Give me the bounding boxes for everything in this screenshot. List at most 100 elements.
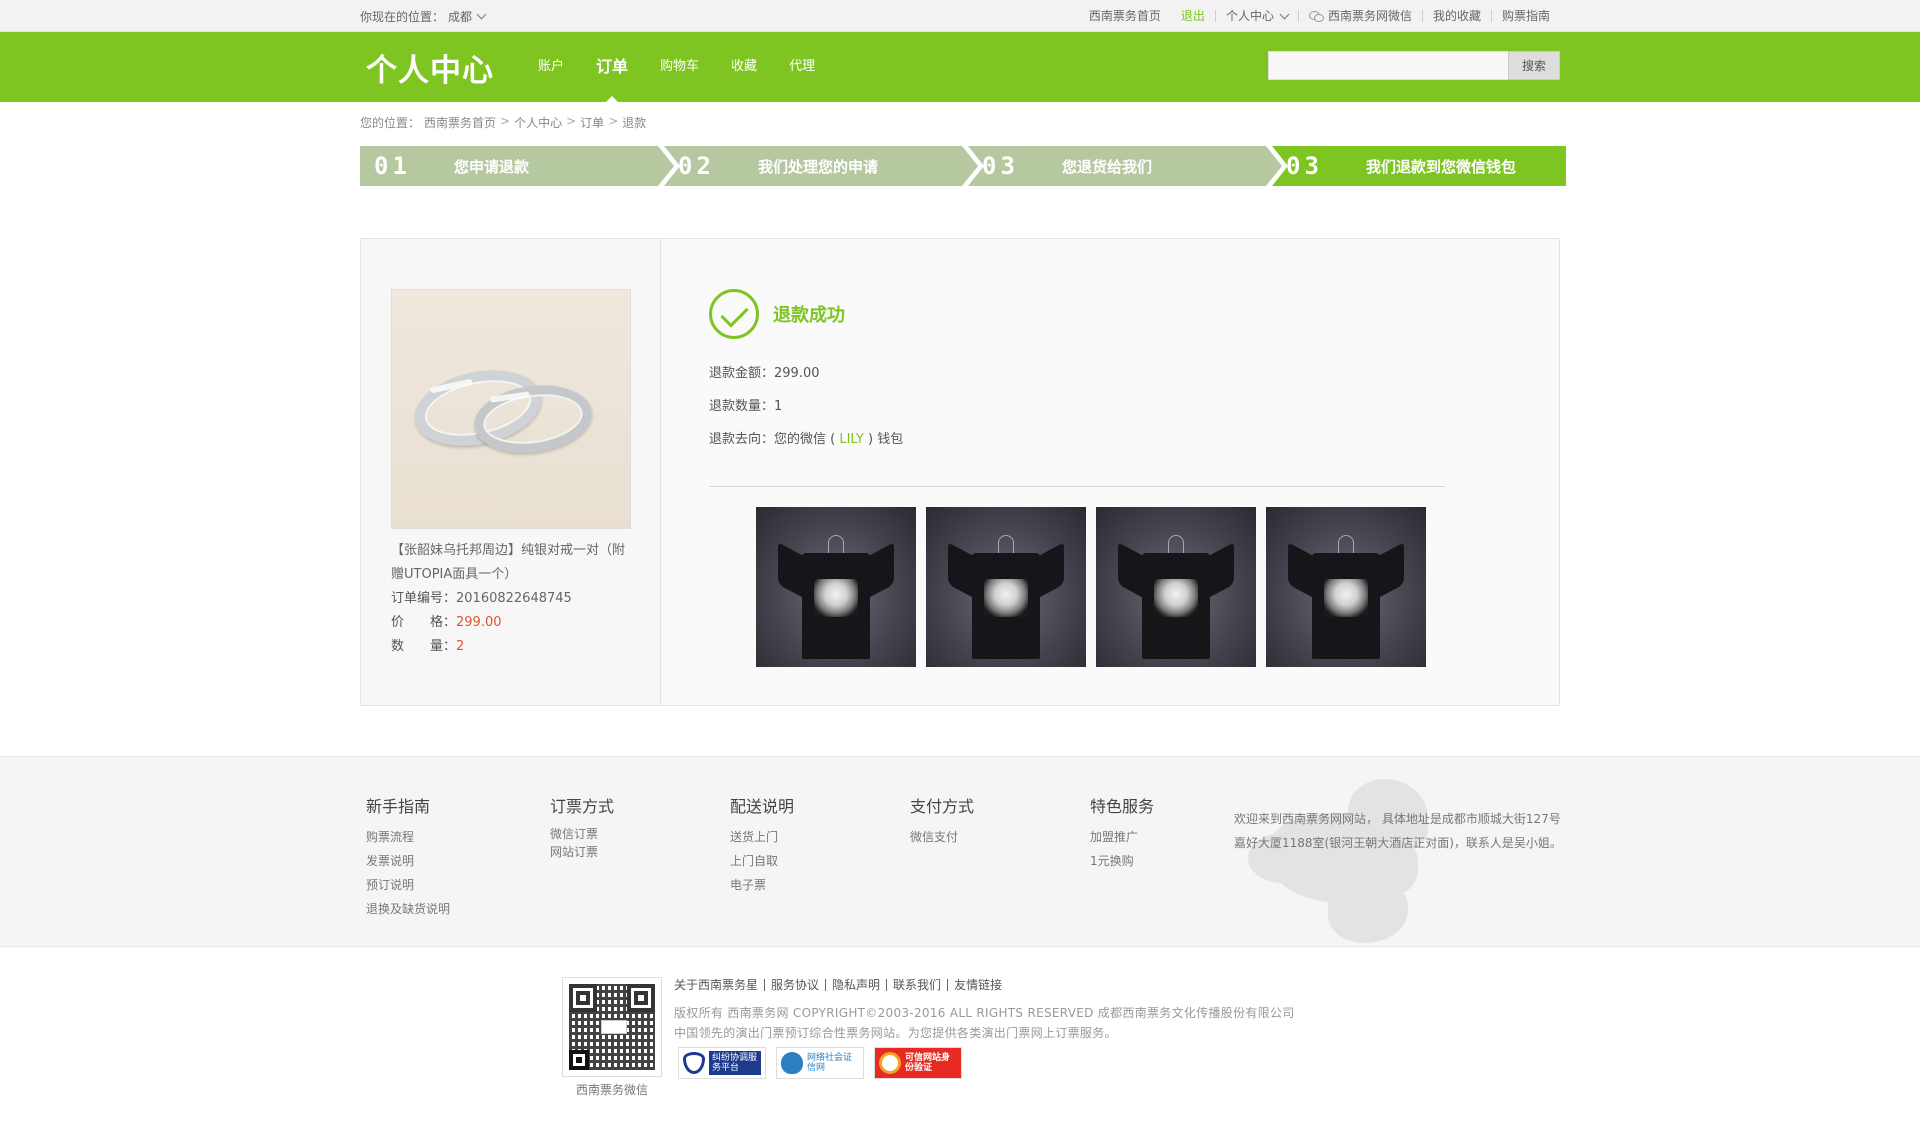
step-4-active: 03 我们退款到您微信钱包: [1272, 146, 1566, 186]
footer-column-title: 配送说明: [730, 797, 795, 816]
footer-links-section: 新手指南 购票流程 发票说明 预订说明 退换及缺货说明 订票方式 微信订票 网站…: [0, 756, 1920, 947]
step-3: 03 您退货给我们: [968, 146, 1288, 186]
personal-center-label: 个人中心: [1225, 9, 1274, 23]
shield-icon: [781, 1052, 803, 1074]
footer-link[interactable]: 1元换购: [1090, 849, 1230, 873]
step-arrow-icon: [658, 146, 674, 186]
search-button[interactable]: 搜索: [1508, 51, 1560, 80]
footer-link[interactable]: 电子票: [730, 873, 910, 897]
breadcrumb-home[interactable]: 西南票务首页: [424, 114, 496, 134]
refund-amount-row: 退款金额：299.00: [709, 357, 1559, 390]
footer-column-booking: 订票方式 微信订票 网站订票: [550, 757, 730, 946]
service-agreement-link[interactable]: 服务协议: [764, 979, 825, 991]
refund-progress-steps: 01 您申请退款 02 我们处理您的申请 03 您退货给我们 03 我们退款到您…: [360, 146, 1566, 186]
nav-cart[interactable]: 购物车: [644, 32, 715, 102]
about-link[interactable]: 关于西南票务星: [674, 979, 764, 991]
trust-badge-dispute[interactable]: 纠纷协调服务平台: [678, 1047, 766, 1079]
trust-badge-credit[interactable]: 网络社会证信网: [776, 1047, 864, 1079]
footer-link[interactable]: 发票说明: [366, 849, 550, 873]
product-title[interactable]: 【张韶妹乌托邦周边】纯银对戒一对（附赠UTOPIA面具一个）: [391, 539, 631, 587]
top-bar: 你现在的位置： 成都 西南票务首页 退出 个人中心 西南票务网微信 我的收藏 购票…: [0, 0, 1920, 32]
nav-agent[interactable]: 代理: [773, 32, 831, 102]
header: 个人中心 账户 订单 购物车 收藏 代理 搜索: [0, 32, 1920, 102]
qr-caption: 西南票务微信: [575, 1083, 648, 1097]
breadcrumb-orders[interactable]: 订单: [580, 114, 604, 134]
footer-column-guide: 新手指南 购票流程 发票说明 预订说明 退换及缺货说明: [360, 757, 550, 946]
recommended-product-image[interactable]: [1266, 507, 1426, 667]
footer-link[interactable]: 上门自取: [730, 849, 910, 873]
step-1: 01 您申请退款: [360, 146, 680, 186]
step-label: 我们处理您的申请: [758, 157, 879, 176]
footer-link[interactable]: 微信支付: [910, 825, 1090, 849]
quantity-row: 数 量： 2: [391, 635, 660, 659]
recommended-product-image[interactable]: [926, 507, 1086, 667]
nav-account[interactable]: 账户: [522, 32, 580, 102]
footer-link[interactable]: 送货上门: [730, 825, 910, 849]
main-nav: 账户 订单 购物车 收藏 代理: [522, 32, 831, 102]
footer-link[interactable]: 退换及缺货说明: [366, 897, 550, 921]
personal-center-menu[interactable]: 个人中心: [1214, 9, 1298, 23]
trust-badge-verified[interactable]: 可信网站身份验证: [874, 1047, 962, 1079]
nav-orders[interactable]: 订单: [580, 32, 644, 102]
footer-link[interactable]: 网站订票: [550, 843, 730, 861]
footer-bottom-links: 关于西南票务星 服务协议 隐私声明 联系我们 友情链接: [674, 979, 1295, 991]
step-arrow-icon: [962, 146, 978, 186]
location-prefix: 你现在的位置：: [360, 9, 445, 24]
trust-badges: 纠纷协调服务平台 网络社会证信网 可信网站身份验证: [678, 1047, 962, 1079]
footer-column-delivery: 配送说明 送货上门 上门自取 电子票: [730, 757, 910, 946]
refund-card: 【张韶妹乌托邦周边】纯银对戒一对（附赠UTOPIA面具一个） 订单编号： 2016…: [360, 238, 1560, 706]
step-label: 我们退款到您微信钱包: [1366, 157, 1517, 176]
refund-status: 退款成功: [709, 289, 1559, 339]
breadcrumb-separator: >: [608, 114, 619, 128]
breadcrumb-current: 退款: [622, 116, 647, 130]
quantity-label: 数 量：: [391, 639, 457, 654]
footer-link[interactable]: 预订说明: [366, 873, 550, 897]
step-2: 02 我们处理您的申请: [664, 146, 984, 186]
footer-bottom: 西南票务微信 关于西南票务星 服务协议 隐私声明 联系我们 友情链接 版权所有 …: [360, 947, 1560, 1097]
badge-text: 纠纷协调服务平台: [709, 1051, 761, 1075]
logout-link[interactable]: 退出: [1171, 10, 1215, 22]
recommended-product-image[interactable]: [1096, 507, 1256, 667]
refund-quantity-row: 退款数量：1: [709, 390, 1559, 423]
slogan-text: 中国领先的演出门票预订综合性票务网站。为您提供各类演出门票网上订票服务。: [674, 1026, 1117, 1040]
divider: [709, 486, 1445, 487]
location-selector[interactable]: 你现在的位置： 成都: [360, 8, 487, 25]
breadcrumb-prefix: 您的位置：: [360, 116, 421, 130]
seal-icon: [879, 1052, 901, 1074]
step-label: 您退货给我们: [1062, 157, 1153, 176]
wechat-link[interactable]: 西南票务网微信: [1297, 10, 1422, 22]
search-input[interactable]: [1268, 51, 1508, 80]
copyright-text: 版权所有 西南票务网 COPYRIGHT©2003-2016 ALL RIGHT…: [674, 1006, 1295, 1020]
privacy-link[interactable]: 隐私声明: [825, 979, 886, 991]
wechat-qr-code: [562, 977, 662, 1077]
footer-link[interactable]: 微信订票: [550, 825, 730, 843]
home-link[interactable]: 西南票务首页: [1079, 10, 1171, 22]
refund-info: 退款金额：299.00 退款数量：1 退款去向：您的微信 ( LILY ) 钱包: [709, 357, 1559, 456]
logo[interactable]: 个人中心: [360, 45, 520, 90]
friend-links-link[interactable]: 友情链接: [947, 979, 1008, 991]
location-city: 成都: [448, 9, 473, 24]
chevron-down-icon: [1279, 9, 1290, 19]
footer-description: 欢迎来到西南票务网网站， 具体地址是成都市顺城大街127号嘉好大厦1188室(银…: [1234, 812, 1562, 850]
footer-link[interactable]: 购票流程: [366, 825, 550, 849]
product-image[interactable]: [391, 289, 631, 529]
footer-column-services: 特色服务 加盟推广 1元换购: [1090, 757, 1230, 946]
footer-column-title: 订票方式: [550, 797, 615, 816]
product-panel: 【张韶妹乌托邦周边】纯银对戒一对（附赠UTOPIA面具一个） 订单编号： 2016…: [361, 239, 661, 705]
breadcrumb-personal-center[interactable]: 个人中心: [514, 114, 562, 134]
wechat-user-name: LILY: [839, 432, 864, 447]
nav-favorites[interactable]: 收藏: [715, 32, 773, 102]
footer-link[interactable]: 加盟推广: [1090, 825, 1230, 849]
favorites-link[interactable]: 我的收藏: [1421, 10, 1491, 22]
step-label: 您申请退款: [454, 157, 530, 176]
recommended-product-image[interactable]: [756, 507, 916, 667]
refund-destination-prefix: 退款去向：您的微信 (: [709, 432, 840, 447]
breadcrumb-separator: >: [500, 114, 511, 128]
ticket-guide-link[interactable]: 购票指南: [1490, 10, 1560, 22]
badge-text: 可信网站身份验证: [905, 1053, 951, 1073]
chevron-down-icon: [476, 9, 487, 19]
refund-amount-label: 退款金额：: [709, 366, 775, 381]
footer-column-payment: 支付方式 微信支付: [910, 757, 1090, 946]
contact-link[interactable]: 联系我们: [886, 979, 947, 991]
step-number: 01: [374, 152, 411, 180]
